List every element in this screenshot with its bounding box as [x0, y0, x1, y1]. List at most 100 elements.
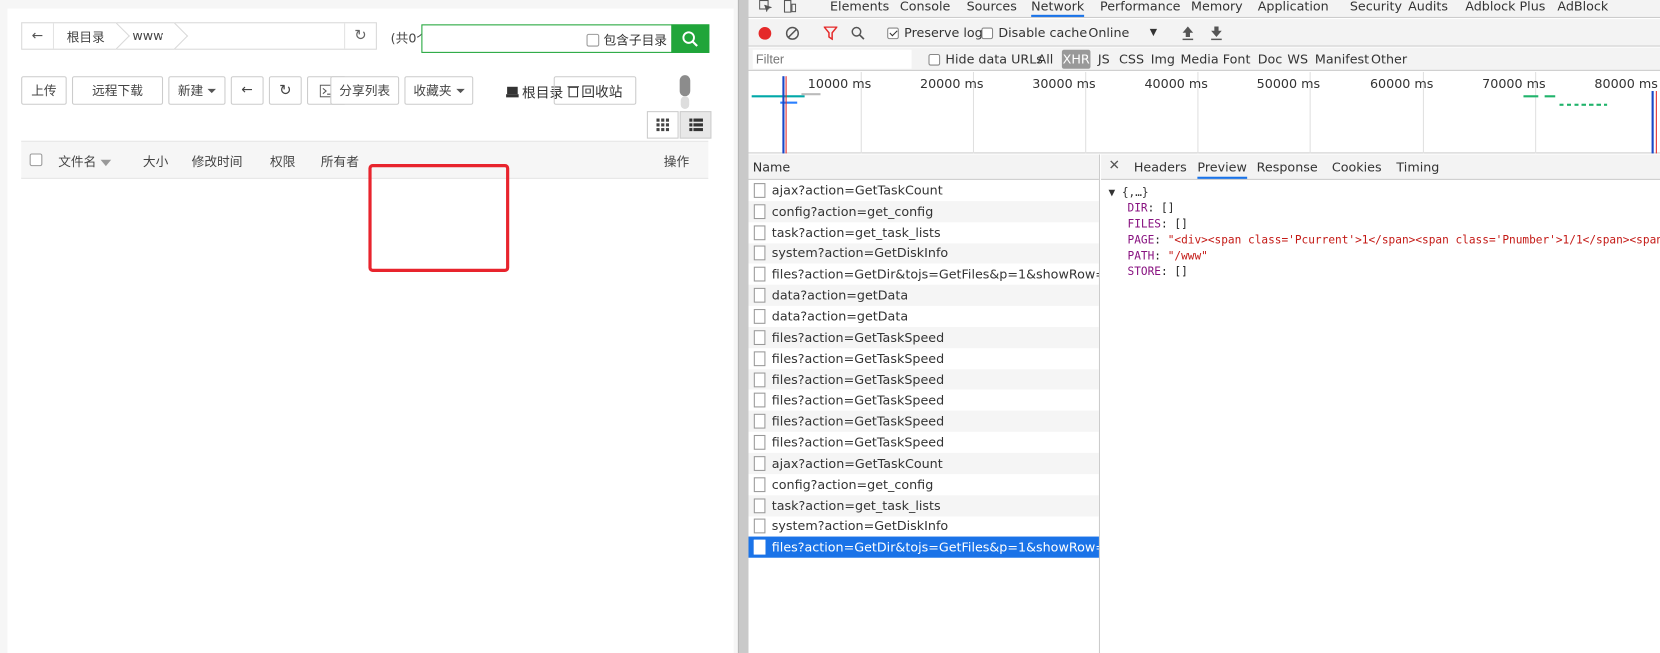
back-button[interactable]: ←	[230, 76, 264, 105]
upload-button[interactable]: 上传	[21, 76, 67, 105]
request-row[interactable]: files?action=GetTaskSpeed	[749, 432, 1099, 453]
tab-response[interactable]: Response	[1257, 160, 1318, 175]
filter-type-media[interactable]: Media	[1180, 52, 1218, 67]
request-row[interactable]: config?action=get_config	[749, 474, 1099, 495]
device-toggle-icon[interactable]	[783, 0, 797, 13]
request-row[interactable]: files?action=GetDir&tojs=GetFiles&p=1&sh…	[749, 264, 1099, 285]
tab-audits[interactable]: Audits	[1408, 0, 1448, 14]
filter-type-xhr[interactable]: XHR	[1061, 49, 1091, 69]
request-row[interactable]: files?action=GetTaskSpeed	[749, 390, 1099, 411]
refresh-button[interactable]: ↻	[268, 76, 302, 105]
tab-timing[interactable]: Timing	[1396, 160, 1439, 175]
filter-type-all[interactable]: All	[1038, 52, 1054, 67]
tab-cookies[interactable]: Cookies	[1332, 160, 1382, 175]
request-name: files?action=GetDir&tojs=GetFiles&p=1&sh…	[771, 540, 1099, 555]
json-key: STORE	[1127, 265, 1161, 279]
grid-view-button[interactable]	[646, 111, 679, 139]
column-size[interactable]: 大小	[143, 152, 168, 170]
request-row[interactable]: files?action=GetTaskSpeed	[748, 368, 1099, 390]
filter-type-js[interactable]: JS	[1098, 52, 1110, 67]
search-icon	[682, 30, 698, 47]
filter-type-img[interactable]: Img	[1151, 52, 1175, 67]
remote-download-button[interactable]: 远程下载	[71, 76, 164, 105]
request-row[interactable]: system?action=GetDiskInfo	[748, 242, 1099, 264]
preserve-log-checkbox[interactable]: Preserve log	[887, 25, 983, 40]
scrollbar-track[interactable]	[680, 96, 690, 110]
throttle-select[interactable]: Online ▼	[1088, 25, 1162, 40]
request-row[interactable]: config?action=get_config	[748, 200, 1099, 222]
filter-input[interactable]	[752, 49, 912, 69]
network-panes: Name ajax?action=GetTaskCount config?acti…	[748, 154, 1660, 653]
timeline-request-bar	[1544, 95, 1556, 98]
json-key: PAGE	[1127, 233, 1155, 247]
back-arrow-icon[interactable]: ←	[22, 23, 54, 49]
checkbox-icon[interactable]	[586, 33, 600, 47]
refresh-icon[interactable]: ↻	[344, 23, 376, 49]
scrollbar-thumb[interactable]	[679, 75, 691, 97]
new-dropdown-button[interactable]: 新建	[168, 76, 226, 105]
timeline-overview[interactable]: 10000 ms 20000 ms 30000 ms 40000 ms 5000…	[748, 71, 1660, 154]
request-row[interactable]: system?action=GetDiskInfo	[749, 516, 1099, 537]
tab-application[interactable]: Application	[1258, 0, 1329, 14]
tab-sources[interactable]: Sources	[967, 0, 1017, 14]
panel-splitter[interactable]	[737, 0, 749, 653]
tab-headers[interactable]: Headers	[1134, 160, 1187, 175]
request-row[interactable]: data?action=getData	[748, 284, 1099, 306]
disk-icon	[506, 86, 519, 97]
filter-type-css[interactable]: CSS	[1119, 52, 1144, 67]
filter-type-manifest[interactable]: Manifest	[1315, 52, 1369, 67]
filter-type-font[interactable]: Font	[1223, 52, 1251, 67]
filter-type-other[interactable]: Other	[1371, 52, 1407, 67]
filter-type-doc[interactable]: Doc	[1258, 52, 1283, 67]
detail-tabbar: ✕ Headers Preview Response Cookies Timin…	[1101, 154, 1660, 180]
request-row[interactable]: files?action=GetTaskSpeed	[748, 326, 1099, 348]
search-button[interactable]	[671, 24, 710, 53]
tab-preview[interactable]: Preview	[1197, 160, 1247, 179]
column-permission[interactable]: 权限	[270, 152, 295, 170]
column-modified[interactable]: 修改时间	[192, 152, 243, 170]
select-all-checkbox[interactable]	[29, 153, 43, 167]
tab-adblock-plus[interactable]: Adblock Plus	[1465, 0, 1545, 14]
request-row[interactable]: ajax?action=GetTaskCount	[749, 180, 1099, 201]
tab-adblock[interactable]: AdBlock	[1557, 0, 1608, 14]
column-filename[interactable]: 文件名	[58, 152, 112, 170]
export-har-icon[interactable]	[1210, 26, 1223, 41]
tab-memory[interactable]: Memory	[1191, 0, 1243, 14]
hide-data-urls-checkbox[interactable]: Hide data URLs	[928, 52, 1043, 67]
request-name: files?action=GetTaskSpeed	[771, 435, 945, 450]
tab-security[interactable]: Security	[1350, 0, 1402, 14]
column-owner[interactable]: 所有者	[321, 152, 359, 170]
list-view-button[interactable]	[679, 111, 712, 139]
timeline-request-bar	[801, 93, 821, 96]
json-root[interactable]: ▼ {,…}	[1108, 186, 1148, 199]
request-row[interactable]: task?action=get_task_lists	[749, 222, 1099, 243]
tab-console[interactable]: Console	[900, 0, 950, 14]
search-icon[interactable]	[851, 26, 865, 40]
request-row[interactable]: data?action=getData	[749, 306, 1099, 327]
request-row[interactable]: files?action=GetDir&tojs=GetFiles&p=1&sh…	[748, 536, 1099, 558]
disable-cache-checkbox[interactable]: Disable cache	[981, 25, 1087, 40]
favorites-dropdown-button[interactable]: 收藏夹	[404, 76, 474, 105]
import-har-icon[interactable]	[1182, 26, 1195, 41]
filter-type-ws[interactable]: WS	[1287, 52, 1308, 67]
document-icon	[753, 498, 766, 513]
breadcrumb-root[interactable]: 根目录	[54, 23, 120, 48]
tab-elements[interactable]: Elements	[830, 0, 889, 14]
request-row[interactable]: files?action=GetTaskSpeed	[749, 348, 1099, 369]
tab-network[interactable]: Network	[1031, 0, 1085, 17]
request-row[interactable]: task?action=get_task_lists	[748, 494, 1099, 516]
record-icon[interactable]	[758, 26, 772, 40]
red-highlight-annotation	[368, 164, 510, 272]
close-icon[interactable]: ✕	[1108, 158, 1120, 174]
clear-icon[interactable]	[785, 26, 800, 40]
search-input[interactable]	[424, 27, 579, 50]
include-subdir-checkbox[interactable]: 包含子目录	[586, 31, 667, 49]
inspect-element-icon[interactable]	[759, 0, 772, 13]
request-row[interactable]: files?action=GetTaskSpeed	[748, 410, 1099, 432]
filter-icon[interactable]	[823, 26, 838, 41]
request-row[interactable]: ajax?action=GetTaskCount	[748, 452, 1099, 474]
share-list-button[interactable]: 分享列表	[330, 76, 400, 105]
name-column-header[interactable]: Name	[748, 154, 1099, 180]
tab-performance[interactable]: Performance	[1100, 0, 1181, 14]
recycle-bin-button[interactable]: 回收站	[553, 76, 637, 105]
